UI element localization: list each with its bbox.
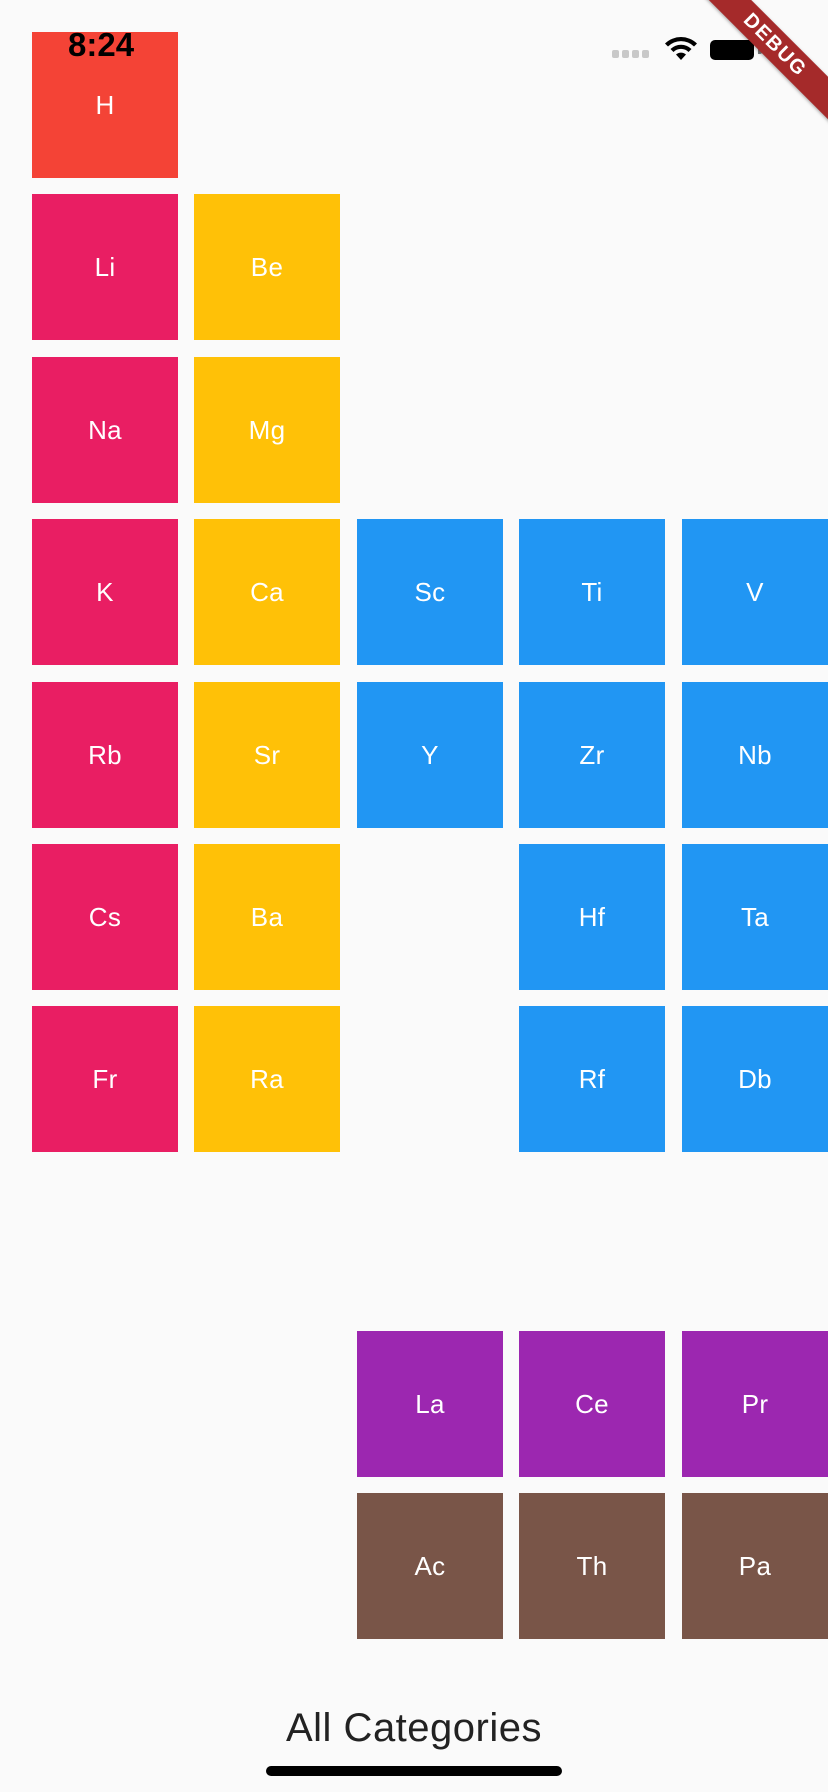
- element-tile-zr[interactable]: Zr: [519, 682, 665, 828]
- debug-banner: DEBUG: [688, 0, 828, 140]
- element-tile-rb[interactable]: Rb: [32, 682, 178, 828]
- element-tile-na[interactable]: Na: [32, 357, 178, 503]
- element-tile-y[interactable]: Y: [357, 682, 503, 828]
- element-tile-ta[interactable]: Ta: [682, 844, 828, 990]
- element-tile-db[interactable]: Db: [682, 1006, 828, 1152]
- element-tile-sr[interactable]: Sr: [194, 682, 340, 828]
- element-tile-ti[interactable]: Ti: [519, 519, 665, 665]
- element-tile-sc[interactable]: Sc: [357, 519, 503, 665]
- element-tile-pr[interactable]: Pr: [682, 1331, 828, 1477]
- element-tile-ba[interactable]: Ba: [194, 844, 340, 990]
- element-tile-nb[interactable]: Nb: [682, 682, 828, 828]
- home-indicator[interactable]: [266, 1766, 562, 1776]
- element-tile-mg[interactable]: Mg: [194, 357, 340, 503]
- element-tile-ca[interactable]: Ca: [194, 519, 340, 665]
- element-tile-rf[interactable]: Rf: [519, 1006, 665, 1152]
- element-tile-k[interactable]: K: [32, 519, 178, 665]
- element-tile-ac[interactable]: Ac: [357, 1493, 503, 1639]
- element-tile-v[interactable]: V: [682, 519, 828, 665]
- periodic-table-screen: 8:24 DEBUG H Li Be Na Mg K Ca Sc Ti V Rb…: [0, 0, 828, 1792]
- category-title[interactable]: All Categories: [0, 1706, 828, 1751]
- element-tile-li[interactable]: Li: [32, 194, 178, 340]
- element-tile-hf[interactable]: Hf: [519, 844, 665, 990]
- cellular-signal-icon: [612, 50, 650, 60]
- debug-banner-label: DEBUG: [697, 0, 828, 123]
- element-tile-ce[interactable]: Ce: [519, 1331, 665, 1477]
- element-tile-be[interactable]: Be: [194, 194, 340, 340]
- element-tile-fr[interactable]: Fr: [32, 1006, 178, 1152]
- element-tile-pa[interactable]: Pa: [682, 1493, 828, 1639]
- element-tile-cs[interactable]: Cs: [32, 844, 178, 990]
- element-tile-th[interactable]: Th: [519, 1493, 665, 1639]
- status-time: 8:24: [68, 26, 135, 63]
- element-tile-ra[interactable]: Ra: [194, 1006, 340, 1152]
- element-tile-la[interactable]: La: [357, 1331, 503, 1477]
